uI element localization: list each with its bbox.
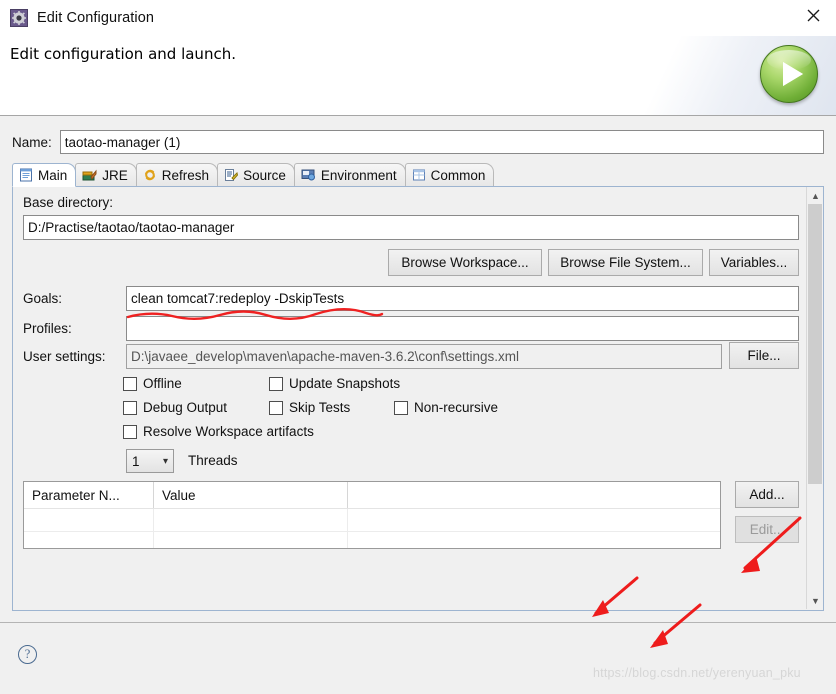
base-directory-input[interactable]: [23, 215, 799, 240]
play-icon: [760, 45, 818, 103]
tab-source[interactable]: Source: [217, 163, 295, 186]
main-tab-content: Base directory: Browse Workspace... Brow…: [13, 187, 805, 609]
goals-label: Goals:: [23, 291, 63, 306]
threads-label: Threads: [188, 453, 238, 468]
name-input[interactable]: [59, 130, 824, 154]
window-title: Edit Configuration: [37, 10, 155, 26]
profiles-label: Profiles:: [23, 321, 72, 336]
chevron-down-icon: ▾: [162, 455, 168, 467]
source-icon: [224, 168, 239, 182]
checkbox-non-recursive-label: Non-recursive: [414, 400, 499, 415]
tab-jre-label: JRE: [102, 167, 128, 183]
threads-select-value: 1: [132, 453, 140, 469]
dialog-footer: ? Run Close: [0, 622, 836, 694]
table-header-parameter-name[interactable]: Parameter N...: [24, 482, 154, 508]
user-settings-input[interactable]: [126, 344, 722, 369]
tab-source-label: Source: [243, 167, 286, 183]
checkbox-debug-output-label: Debug Output: [143, 400, 228, 415]
watermark: https://blog.csdn.net/yerenyuan_pku: [593, 666, 801, 680]
scroll-down-icon[interactable]: ▼: [807, 592, 824, 609]
browse-file-system-button[interactable]: Browse File System...: [548, 249, 703, 276]
tab-common-label: Common: [430, 167, 486, 183]
table-header-blank[interactable]: [348, 482, 720, 508]
threads-select[interactable]: 1 ▾: [126, 449, 174, 473]
table-header-row: Parameter N... Value: [24, 482, 720, 508]
scrollbar-track[interactable]: [807, 204, 823, 592]
help-icon[interactable]: ?: [18, 645, 37, 664]
title-bar: Edit Configuration: [0, 0, 836, 36]
table-row[interactable]: [24, 509, 720, 532]
dialog-body: Name: Main: [0, 116, 836, 622]
tab-refresh[interactable]: Refresh: [135, 163, 219, 186]
checkbox-skip-tests-label: Skip Tests: [289, 400, 351, 415]
name-row: Name:: [12, 129, 824, 155]
browse-workspace-button[interactable]: Browse Workspace...: [388, 249, 542, 276]
checkbox-debug-output-box[interactable]: [123, 400, 137, 415]
books-icon: [82, 168, 97, 182]
checkbox-skip-tests[interactable]: Skip Tests: [269, 400, 350, 415]
profiles-input[interactable]: [126, 316, 799, 341]
dialog-header: Edit configuration and launch.: [0, 36, 836, 116]
edit-configuration-dialog: Edit Configuration Edit configuration an…: [0, 0, 836, 694]
checkbox-update-snapshots-box[interactable]: [269, 376, 283, 391]
edit-parameter-button: Edit...: [735, 516, 799, 543]
close-icon[interactable]: [790, 0, 836, 30]
gear-icon: [10, 9, 28, 27]
tab-refresh-label: Refresh: [161, 167, 210, 183]
checkbox-resolve-workspace-artifacts-box[interactable]: [123, 424, 137, 439]
window-icon: [412, 168, 426, 182]
scroll-up-icon[interactable]: ▲: [807, 187, 824, 204]
checkbox-resolve-workspace-artifacts-label: Resolve Workspace artifacts: [143, 424, 314, 439]
checkbox-skip-tests-box[interactable]: [269, 400, 283, 415]
name-label: Name:: [12, 134, 52, 150]
dialog-subtitle: Edit configuration and launch.: [10, 45, 236, 63]
scrollbar-thumb[interactable]: [808, 204, 822, 484]
table-header-value[interactable]: Value: [154, 482, 348, 508]
document-icon: [19, 168, 33, 182]
tab-jre[interactable]: JRE: [75, 163, 137, 186]
checkbox-offline-label: Offline: [143, 376, 182, 391]
base-directory-label: Base directory:: [23, 195, 114, 210]
user-settings-label: User settings:: [23, 349, 106, 364]
table-row[interactable]: [24, 532, 720, 548]
user-settings-file-button[interactable]: File...: [729, 342, 799, 369]
tab-environment[interactable]: Environment: [293, 163, 406, 186]
checkbox-resolve-workspace-artifacts[interactable]: Resolve Workspace artifacts: [123, 424, 314, 439]
add-parameter-button[interactable]: Add...: [735, 481, 799, 508]
tab-strip: Main JRE Refresh Source Environment Comm…: [12, 163, 824, 187]
main-tab-panel: Base directory: Browse Workspace... Brow…: [12, 187, 824, 611]
goals-input[interactable]: [126, 286, 799, 311]
checkbox-debug-output[interactable]: Debug Output: [123, 400, 227, 415]
tab-main-label: Main: [38, 167, 68, 183]
checkbox-offline-box[interactable]: [123, 376, 137, 391]
checkbox-update-snapshots[interactable]: Update Snapshots: [269, 376, 400, 391]
checkbox-non-recursive-box[interactable]: [394, 400, 408, 415]
tab-environment-label: Environment: [320, 167, 397, 183]
refresh-icon: [143, 168, 157, 182]
checkbox-update-snapshots-label: Update Snapshots: [289, 376, 401, 391]
checkbox-non-recursive[interactable]: Non-recursive: [394, 400, 498, 415]
tab-main[interactable]: Main: [12, 163, 77, 187]
table-body: [24, 508, 720, 548]
monitor-icon: [301, 168, 316, 182]
checkbox-offline[interactable]: Offline: [123, 376, 182, 391]
panel-scrollbar[interactable]: ▲ ▼: [806, 187, 823, 609]
parameters-table[interactable]: Parameter N... Value: [23, 481, 721, 549]
variables-button[interactable]: Variables...: [709, 249, 799, 276]
tab-common[interactable]: Common: [404, 163, 495, 186]
